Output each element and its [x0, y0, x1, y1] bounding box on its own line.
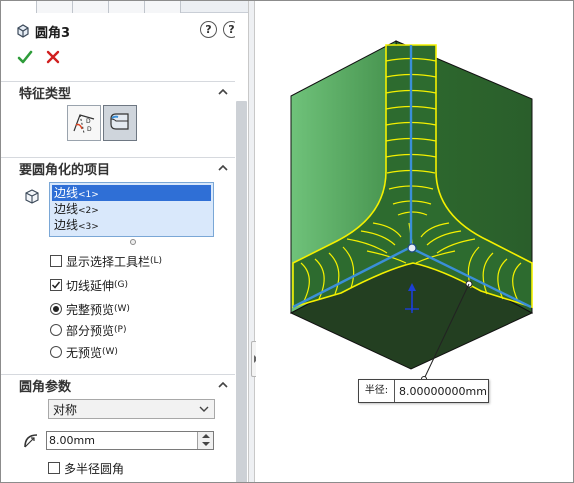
model-view[interactable] — [256, 1, 574, 483]
multi-radius-checkbox[interactable] — [48, 462, 60, 474]
radius-stepper[interactable] — [197, 432, 213, 449]
no-preview-radio[interactable] — [50, 346, 62, 358]
feature-title: 圆角3 — [15, 21, 70, 41]
radius-icon — [24, 434, 38, 448]
manual-fillet-icon: D D — [73, 114, 95, 134]
panel-splitter[interactable] — [249, 1, 255, 482]
stepper-up-icon[interactable] — [202, 434, 210, 438]
scroll-thumb[interactable] — [236, 101, 247, 482]
accept-check-icon[interactable] — [17, 49, 33, 65]
section-items-to-fillet[interactable]: 要圆角化的项目 — [1, 157, 237, 179]
fillet-method-value: 对称 — [53, 402, 78, 417]
option-shortcut: (G) — [114, 280, 129, 290]
fillet-type-constant-button[interactable] — [103, 105, 137, 141]
svg-text:D: D — [87, 126, 92, 133]
callout-label: 半径: — [359, 380, 395, 402]
partial-preview-radio[interactable] — [50, 324, 62, 336]
section-feature-type-label: 特征类型 — [19, 87, 72, 102]
section-fillet-params[interactable]: 圆角参数 — [1, 374, 237, 396]
page-title: 圆角3 — [35, 25, 71, 41]
list-item-index: <3> — [78, 222, 99, 232]
manager-tab-strip — [1, 1, 248, 13]
radio-dot — [53, 306, 59, 312]
callout-value[interactable]: 8.00000000mm — [395, 385, 487, 398]
show-selection-toolbar-option[interactable]: 显示选择工具栏 (L) — [50, 252, 162, 270]
list-item-name: 边线 — [54, 186, 79, 200]
panel-scrollbar[interactable] — [235, 13, 248, 482]
show-selection-toolbar-checkbox[interactable] — [50, 255, 62, 267]
list-item-name: 边线 — [54, 218, 79, 232]
edge-selection-list[interactable]: 边线<1> 边线<2> 边线<3> — [49, 182, 214, 237]
tab-configuration-manager[interactable] — [73, 1, 109, 13]
property-manager-panel: 圆角3 ? ? 特征类型 D D 要圆角化的项目 边线<1> 边线<2> 边线<… — [1, 1, 249, 482]
collapse-chevron-icon[interactable] — [217, 86, 229, 98]
tab-display-manager[interactable] — [145, 1, 181, 13]
full-preview-option[interactable]: 完整预览 (W) — [50, 300, 130, 318]
svg-text:D: D — [86, 118, 91, 125]
full-preview-radio[interactable] — [50, 303, 62, 315]
help-button[interactable]: ? — [200, 21, 217, 38]
tab-property-manager[interactable] — [37, 1, 73, 13]
radius-input[interactable]: 8.00mm — [46, 431, 214, 450]
tangent-propagation-checkbox[interactable] — [50, 279, 62, 291]
list-item-name: 边线 — [54, 202, 79, 216]
radius-callout[interactable]: 半径: 8.00000000mm — [358, 379, 489, 403]
collapse-chevron-icon[interactable] — [217, 162, 229, 174]
partial-preview-option[interactable]: 部分预览 (P) — [50, 321, 126, 339]
help-icon: ? — [205, 23, 212, 36]
no-preview-option[interactable]: 无预览 (W) — [50, 343, 118, 361]
option-label: 切线延伸 — [66, 278, 115, 293]
tangent-propagation-option[interactable]: 切线延伸 (G) — [50, 276, 128, 294]
fillet-method-select[interactable]: 对称 — [48, 399, 215, 419]
radius-value: 8.00mm — [49, 434, 95, 447]
list-item[interactable]: 边线<3> — [52, 217, 211, 233]
cancel-x-icon[interactable] — [45, 49, 61, 65]
info-icon: ? — [228, 23, 235, 36]
fillet-window: 圆角3 ? ? 特征类型 D D 要圆角化的项目 边线<1> 边线<2> 边线<… — [0, 0, 574, 483]
graphics-viewport[interactable] — [256, 1, 574, 483]
option-label: 显示选择工具栏 — [66, 254, 151, 269]
section-feature-type[interactable]: 特征类型 — [1, 81, 237, 103]
list-item-index: <2> — [78, 206, 99, 216]
section-items-label: 要圆角化的项目 — [19, 163, 111, 178]
list-item-index: <1> — [78, 190, 99, 200]
option-label: 多半径圆角 — [64, 461, 125, 476]
chevron-down-icon — [199, 406, 209, 412]
fillet-feature-icon — [17, 24, 29, 38]
list-item[interactable]: 边线<2> — [52, 201, 211, 217]
stepper-down-icon[interactable] — [202, 442, 210, 446]
fillet-type-manual-button[interactable]: D D — [67, 105, 101, 141]
option-shortcut: (L) — [150, 256, 163, 266]
list-resize-handle[interactable] — [130, 239, 136, 245]
option-shortcut: (W) — [102, 347, 118, 357]
checkmark-icon — [51, 281, 61, 289]
option-label: 无预览 — [66, 345, 103, 360]
section-params-label: 圆角参数 — [19, 380, 72, 395]
edge-selection-icon — [25, 189, 39, 204]
tab-dimxpert-manager[interactable] — [109, 1, 145, 13]
multi-radius-option[interactable]: 多半径圆角 — [48, 459, 124, 477]
option-shortcut: (P) — [114, 325, 127, 335]
vertex-marker[interactable] — [407, 243, 417, 253]
option-label: 完整预览 — [66, 302, 115, 317]
option-shortcut: (W) — [114, 304, 130, 314]
list-item[interactable]: 边线<1> — [52, 185, 211, 201]
fillet-type-buttons: D D — [67, 105, 139, 141]
constant-fillet-icon — [110, 113, 129, 130]
tab-feature-manager[interactable] — [1, 1, 37, 13]
collapse-chevron-icon[interactable] — [217, 379, 229, 391]
option-label: 部分预览 — [66, 323, 115, 338]
